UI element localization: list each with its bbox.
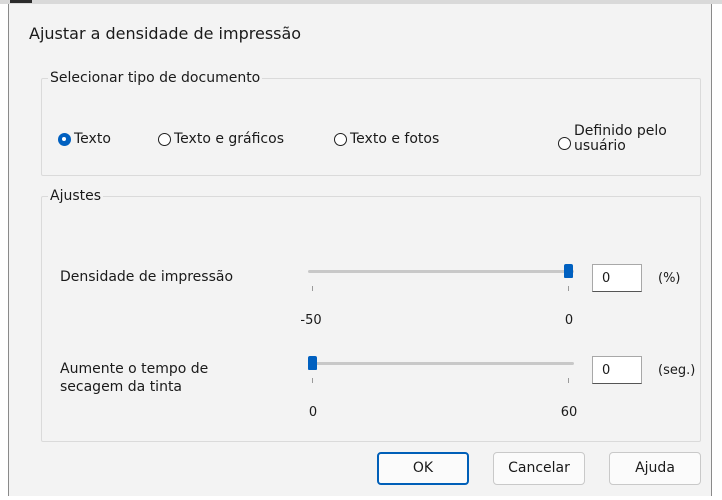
drying-min-label: 0 [308,405,318,420]
radio-texto-e-graficos-label: Texto e gráficos [174,131,284,147]
adjustments-legend: Ajustes [50,188,102,204]
drying-time-label: Aumente o tempo de secagem da tinta [60,361,209,395]
radio-texto-e-fotos[interactable]: Texto e fotos [334,131,439,147]
radio-texto-e-graficos[interactable]: Texto e gráficos [158,131,284,147]
radio-texto[interactable]: Texto [58,131,111,147]
drying-slider-track[interactable] [308,362,574,365]
density-max-label: 0 [564,313,574,328]
drying-slider-thumb[interactable] [308,356,317,370]
density-min-label: -50 [300,313,322,328]
density-slider-thumb[interactable] [564,264,573,278]
drying-tick-min [312,378,313,383]
radio-texto-label: Texto [74,131,111,147]
radio-unselected-icon [334,132,347,146]
density-tick-min [312,286,313,291]
ok-button[interactable]: OK [377,452,469,485]
density-unit: (%) [658,271,681,286]
radio-unselected-icon [158,132,171,146]
radio-texto-e-fotos-label: Texto e fotos [350,131,440,147]
radio-definido-pelo-usuario-label: Definido pelo usuário [574,123,667,154]
density-value-input[interactable]: 0 [592,264,642,292]
radio-unselected-icon [558,136,571,150]
help-button[interactable]: Ajuda [609,452,701,485]
cancel-button[interactable]: Cancelar [493,452,585,485]
radio-selected-icon [58,132,71,146]
drying-max-label: 60 [560,405,578,420]
document-type-legend: Selecionar tipo de documento [50,70,261,86]
background-window-fragment [10,0,32,3]
density-label: Densidade de impressão [60,269,234,285]
dialog-title: Ajustar a densidade de impressão [29,24,302,43]
document-type-group: Selecionar tipo de documento Texto Texto… [41,70,701,176]
density-tick-max [568,286,569,291]
print-density-dialog: Ajustar a densidade de impressão Selecio… [8,4,712,496]
density-slider-track[interactable] [308,270,574,273]
drying-unit: (seg.) [658,363,696,378]
drying-tick-max [568,378,569,383]
radio-definido-pelo-usuario[interactable]: Definido pelo usuário [558,124,684,154]
adjustments-group: Ajustes Densidade de impressão -50 0 0 (… [41,188,701,442]
drying-value-input[interactable]: 0 [592,356,642,384]
